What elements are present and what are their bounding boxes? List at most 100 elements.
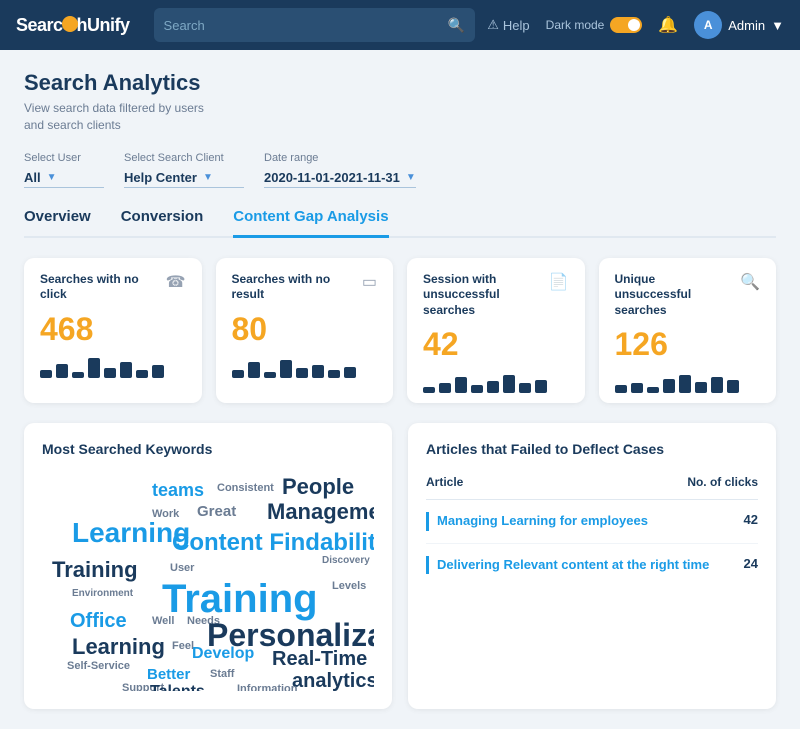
- stat-cards: Searches with no click ☎ 468 Searches wi…: [24, 258, 776, 404]
- bottom-panels: Most Searched Keywords teamsConsistentPe…: [24, 423, 776, 709]
- search-icon: 🔍: [448, 17, 465, 34]
- avatar: A: [694, 11, 722, 39]
- keyword-word: Consistent: [217, 483, 274, 494]
- article-link[interactable]: Managing Learning for employees: [426, 512, 648, 530]
- stat-label: Unique unsuccessful searches: [615, 272, 731, 319]
- bar: [727, 380, 739, 393]
- bar: [296, 368, 308, 378]
- keyword-word: Learning: [72, 636, 165, 658]
- help-icon: ⚠: [487, 17, 499, 33]
- user-filter[interactable]: Select User All ▼: [24, 152, 104, 188]
- bar: [615, 385, 627, 393]
- keyword-word: Discovery: [322, 556, 370, 566]
- bar: [40, 370, 52, 378]
- search-bar[interactable]: 🔍: [154, 8, 476, 42]
- bar: [471, 385, 483, 393]
- stat-card-unique-unsuccessful: Unique unsuccessful searches 🔍 126: [599, 258, 777, 404]
- keyword-word: Office: [70, 611, 127, 631]
- stat-value: 80: [232, 311, 378, 348]
- bar: [88, 358, 100, 378]
- bar: [232, 370, 244, 378]
- tab-overview[interactable]: Overview: [24, 208, 91, 238]
- page-subtitle: View search data filtered by users and s…: [24, 100, 776, 134]
- bar: [439, 383, 451, 393]
- stat-card-header: Searches with no result ▭: [232, 272, 378, 303]
- article-row: Managing Learning for employees 42: [426, 500, 758, 543]
- date-filter-select[interactable]: 2020-11-01-2021-11-31 ▼: [264, 168, 416, 188]
- keyword-word: Management: [267, 501, 374, 523]
- bar: [695, 382, 707, 393]
- stat-card-no-result: Searches with no result ▭ 80: [216, 258, 394, 404]
- bar: [679, 375, 691, 393]
- chevron-down-icon: ▼: [47, 172, 57, 183]
- keyword-word: Staff: [210, 669, 234, 680]
- bar: [280, 360, 292, 378]
- user-filter-select[interactable]: All ▼: [24, 168, 104, 188]
- mini-bar-chart: [423, 371, 569, 393]
- mini-bar-chart: [40, 356, 186, 378]
- logo-text: Searc: [16, 15, 63, 36]
- keyword-word: Environment: [72, 589, 133, 599]
- keyword-word: teams: [152, 481, 204, 499]
- stat-card-no-click: Searches with no click ☎ 468: [24, 258, 202, 404]
- chevron-down-icon: ▼: [771, 18, 784, 33]
- stat-value: 42: [423, 326, 569, 363]
- keyword-word: Real-Time: [272, 649, 367, 669]
- keyword-word: Training: [52, 559, 138, 581]
- stat-icon-search: 🔍: [740, 272, 760, 292]
- darkmode-switch[interactable]: [610, 17, 642, 33]
- article-link[interactable]: Delivering Relevant content at the right…: [426, 556, 709, 574]
- word-cloud: teamsConsistentPeopleWorkGreatManagement…: [42, 471, 374, 691]
- search-input[interactable]: [164, 18, 448, 33]
- bar: [631, 383, 643, 393]
- stat-value: 468: [40, 311, 186, 348]
- stat-value: 126: [615, 326, 761, 363]
- stat-card-header: Unique unsuccessful searches 🔍: [615, 272, 761, 319]
- stat-icon-file: ▭: [362, 272, 377, 292]
- user-filter-label: Select User: [24, 152, 104, 164]
- tab-content-gap-analysis[interactable]: Content Gap Analysis: [233, 208, 388, 238]
- client-filter-select[interactable]: Help Center ▼: [124, 168, 244, 188]
- keyword-word: Content Findability: [172, 531, 374, 555]
- logo: Searc hUnify: [16, 15, 130, 36]
- client-filter[interactable]: Select Search Client Help Center ▼: [124, 152, 244, 188]
- page-header: Search Analytics View search data filter…: [24, 70, 776, 134]
- keyword-word: Well: [152, 616, 174, 627]
- stat-label: Session with unsuccessful searches: [423, 272, 539, 319]
- article-clicks: 24: [728, 556, 758, 571]
- main-content: Search Analytics View search data filter…: [0, 50, 800, 729]
- bar: [248, 362, 260, 378]
- articles-panel-title: Articles that Failed to Deflect Cases: [426, 441, 758, 457]
- date-filter[interactable]: Date range 2020-11-01-2021-11-31 ▼: [264, 152, 416, 188]
- keyword-word: Better: [147, 667, 190, 682]
- mini-bar-chart: [232, 356, 378, 378]
- notification-bell[interactable]: 🔔: [658, 15, 678, 35]
- bar: [535, 380, 547, 393]
- articles-table: Article No. of clicks Managing Learning …: [426, 471, 758, 585]
- bar: [264, 372, 276, 378]
- keyword-word: User: [170, 563, 194, 574]
- col-clicks: No. of clicks: [687, 475, 758, 489]
- filters-row: Select User All ▼ Select Search Client H…: [24, 152, 776, 188]
- keyword-word: analytics: [292, 671, 374, 691]
- logo-icon: [62, 16, 78, 32]
- mini-bar-chart: [615, 371, 761, 393]
- stat-icon-cursor: ☎: [166, 272, 186, 292]
- tab-conversion[interactable]: Conversion: [121, 208, 204, 238]
- darkmode-toggle[interactable]: Dark mode: [546, 17, 643, 33]
- bar: [455, 377, 467, 393]
- stat-label: Searches with no click: [40, 272, 156, 303]
- bar: [519, 383, 531, 393]
- user-menu[interactable]: A Admin ▼: [694, 11, 784, 39]
- date-filter-label: Date range: [264, 152, 416, 164]
- articles-table-header: Article No. of clicks: [426, 471, 758, 500]
- bar: [56, 364, 68, 378]
- chevron-down-icon: ▼: [406, 172, 416, 183]
- keyword-word: Talents: [150, 684, 205, 691]
- logo-rest: hUnify: [77, 15, 130, 36]
- bar: [663, 379, 675, 393]
- bar: [104, 368, 116, 378]
- bar: [312, 365, 324, 378]
- help-button[interactable]: ⚠ Help: [487, 17, 529, 33]
- stat-card-header: Searches with no click ☎: [40, 272, 186, 303]
